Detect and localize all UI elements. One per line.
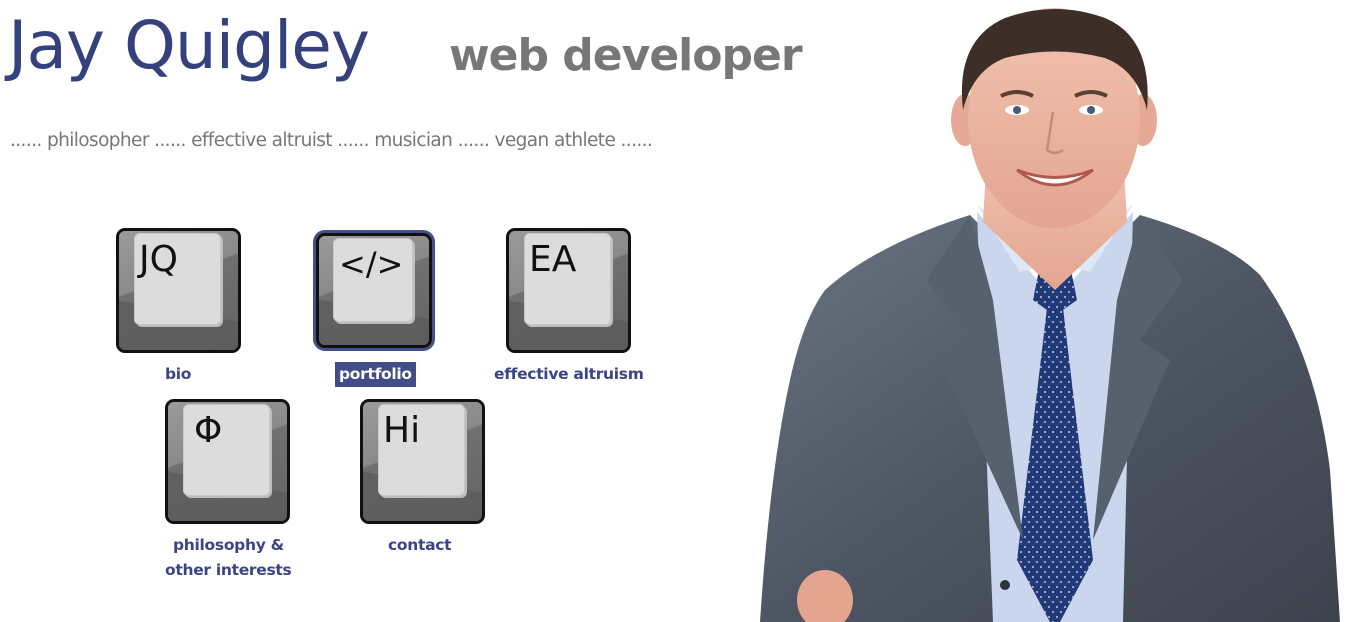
ea-key-icon[interactable]: EA: [506, 228, 631, 353]
site-title: Jay Quigley: [8, 7, 370, 84]
portrait-photo: [760, 8, 1340, 622]
tagline: ...... philosopher ...... effective altr…: [10, 130, 653, 151]
key-glyph: </>: [339, 245, 404, 283]
key-glyph: Hi: [383, 410, 421, 451]
code-key-icon[interactable]: </>: [316, 233, 432, 348]
nav-label-portfolio[interactable]: portfolio: [335, 362, 416, 387]
nav-label-contact[interactable]: contact: [388, 533, 452, 558]
nav-label-bio[interactable]: bio: [165, 362, 191, 387]
key-glyph: EA: [529, 239, 577, 280]
hi-key-icon[interactable]: Hi: [360, 399, 485, 524]
phi-key-icon[interactable]: Φ: [165, 399, 290, 524]
site-subtitle: web developer: [449, 30, 803, 81]
nav-label-effective-altruism[interactable]: effective altruism: [494, 362, 644, 387]
nav-label-philosophy-line2[interactable]: other interests: [165, 558, 292, 583]
jq-key-icon[interactable]: JQ: [116, 228, 241, 353]
key-glyph: Φ: [194, 410, 223, 451]
key-glyph: JQ: [139, 239, 178, 280]
nav-label-philosophy-line1[interactable]: philosophy &: [173, 533, 284, 558]
